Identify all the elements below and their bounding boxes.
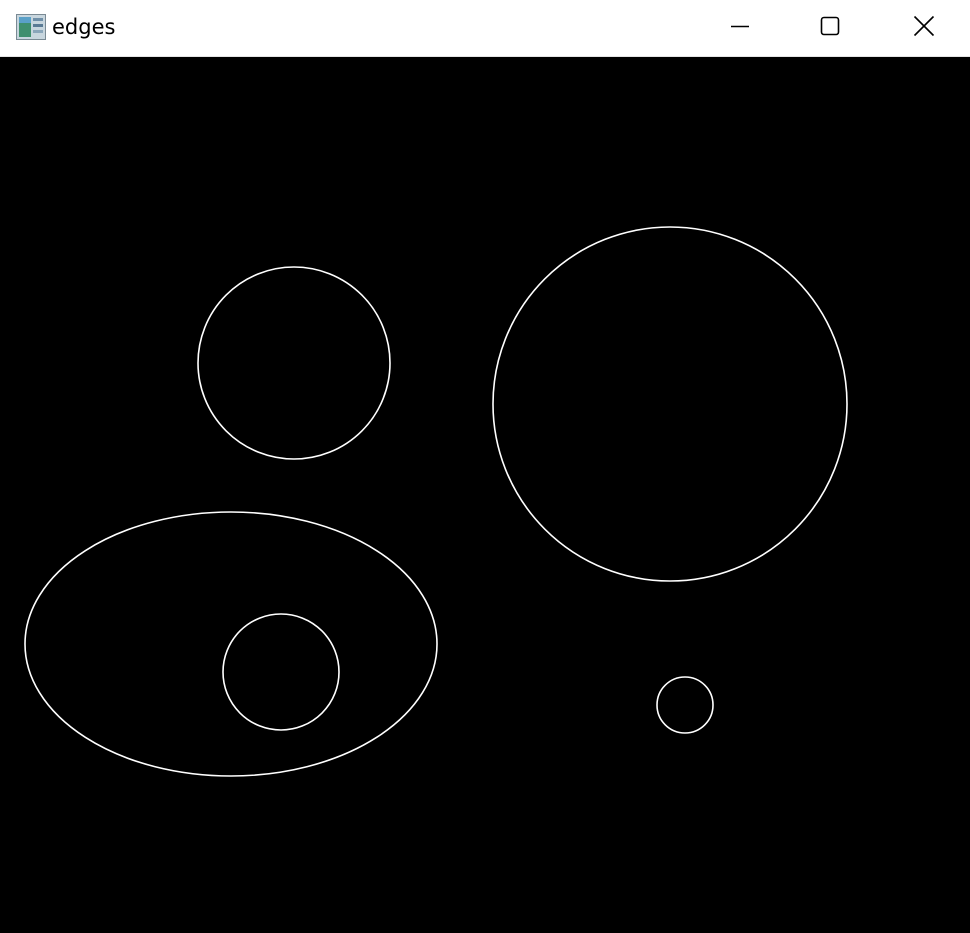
window-title: edges	[52, 15, 116, 39]
maximize-button[interactable]	[784, 0, 876, 56]
minimize-icon	[730, 16, 750, 41]
edges-image-canvas	[0, 57, 970, 933]
title-bar[interactable]: edges	[0, 0, 970, 57]
edges-image	[0, 57, 970, 933]
image-background	[0, 57, 970, 933]
maximize-icon	[820, 16, 840, 41]
minimize-button[interactable]	[694, 0, 786, 56]
image-window-icon	[16, 14, 46, 40]
close-button[interactable]	[878, 0, 970, 56]
close-icon	[913, 15, 935, 42]
edges-window: edges	[0, 0, 970, 933]
